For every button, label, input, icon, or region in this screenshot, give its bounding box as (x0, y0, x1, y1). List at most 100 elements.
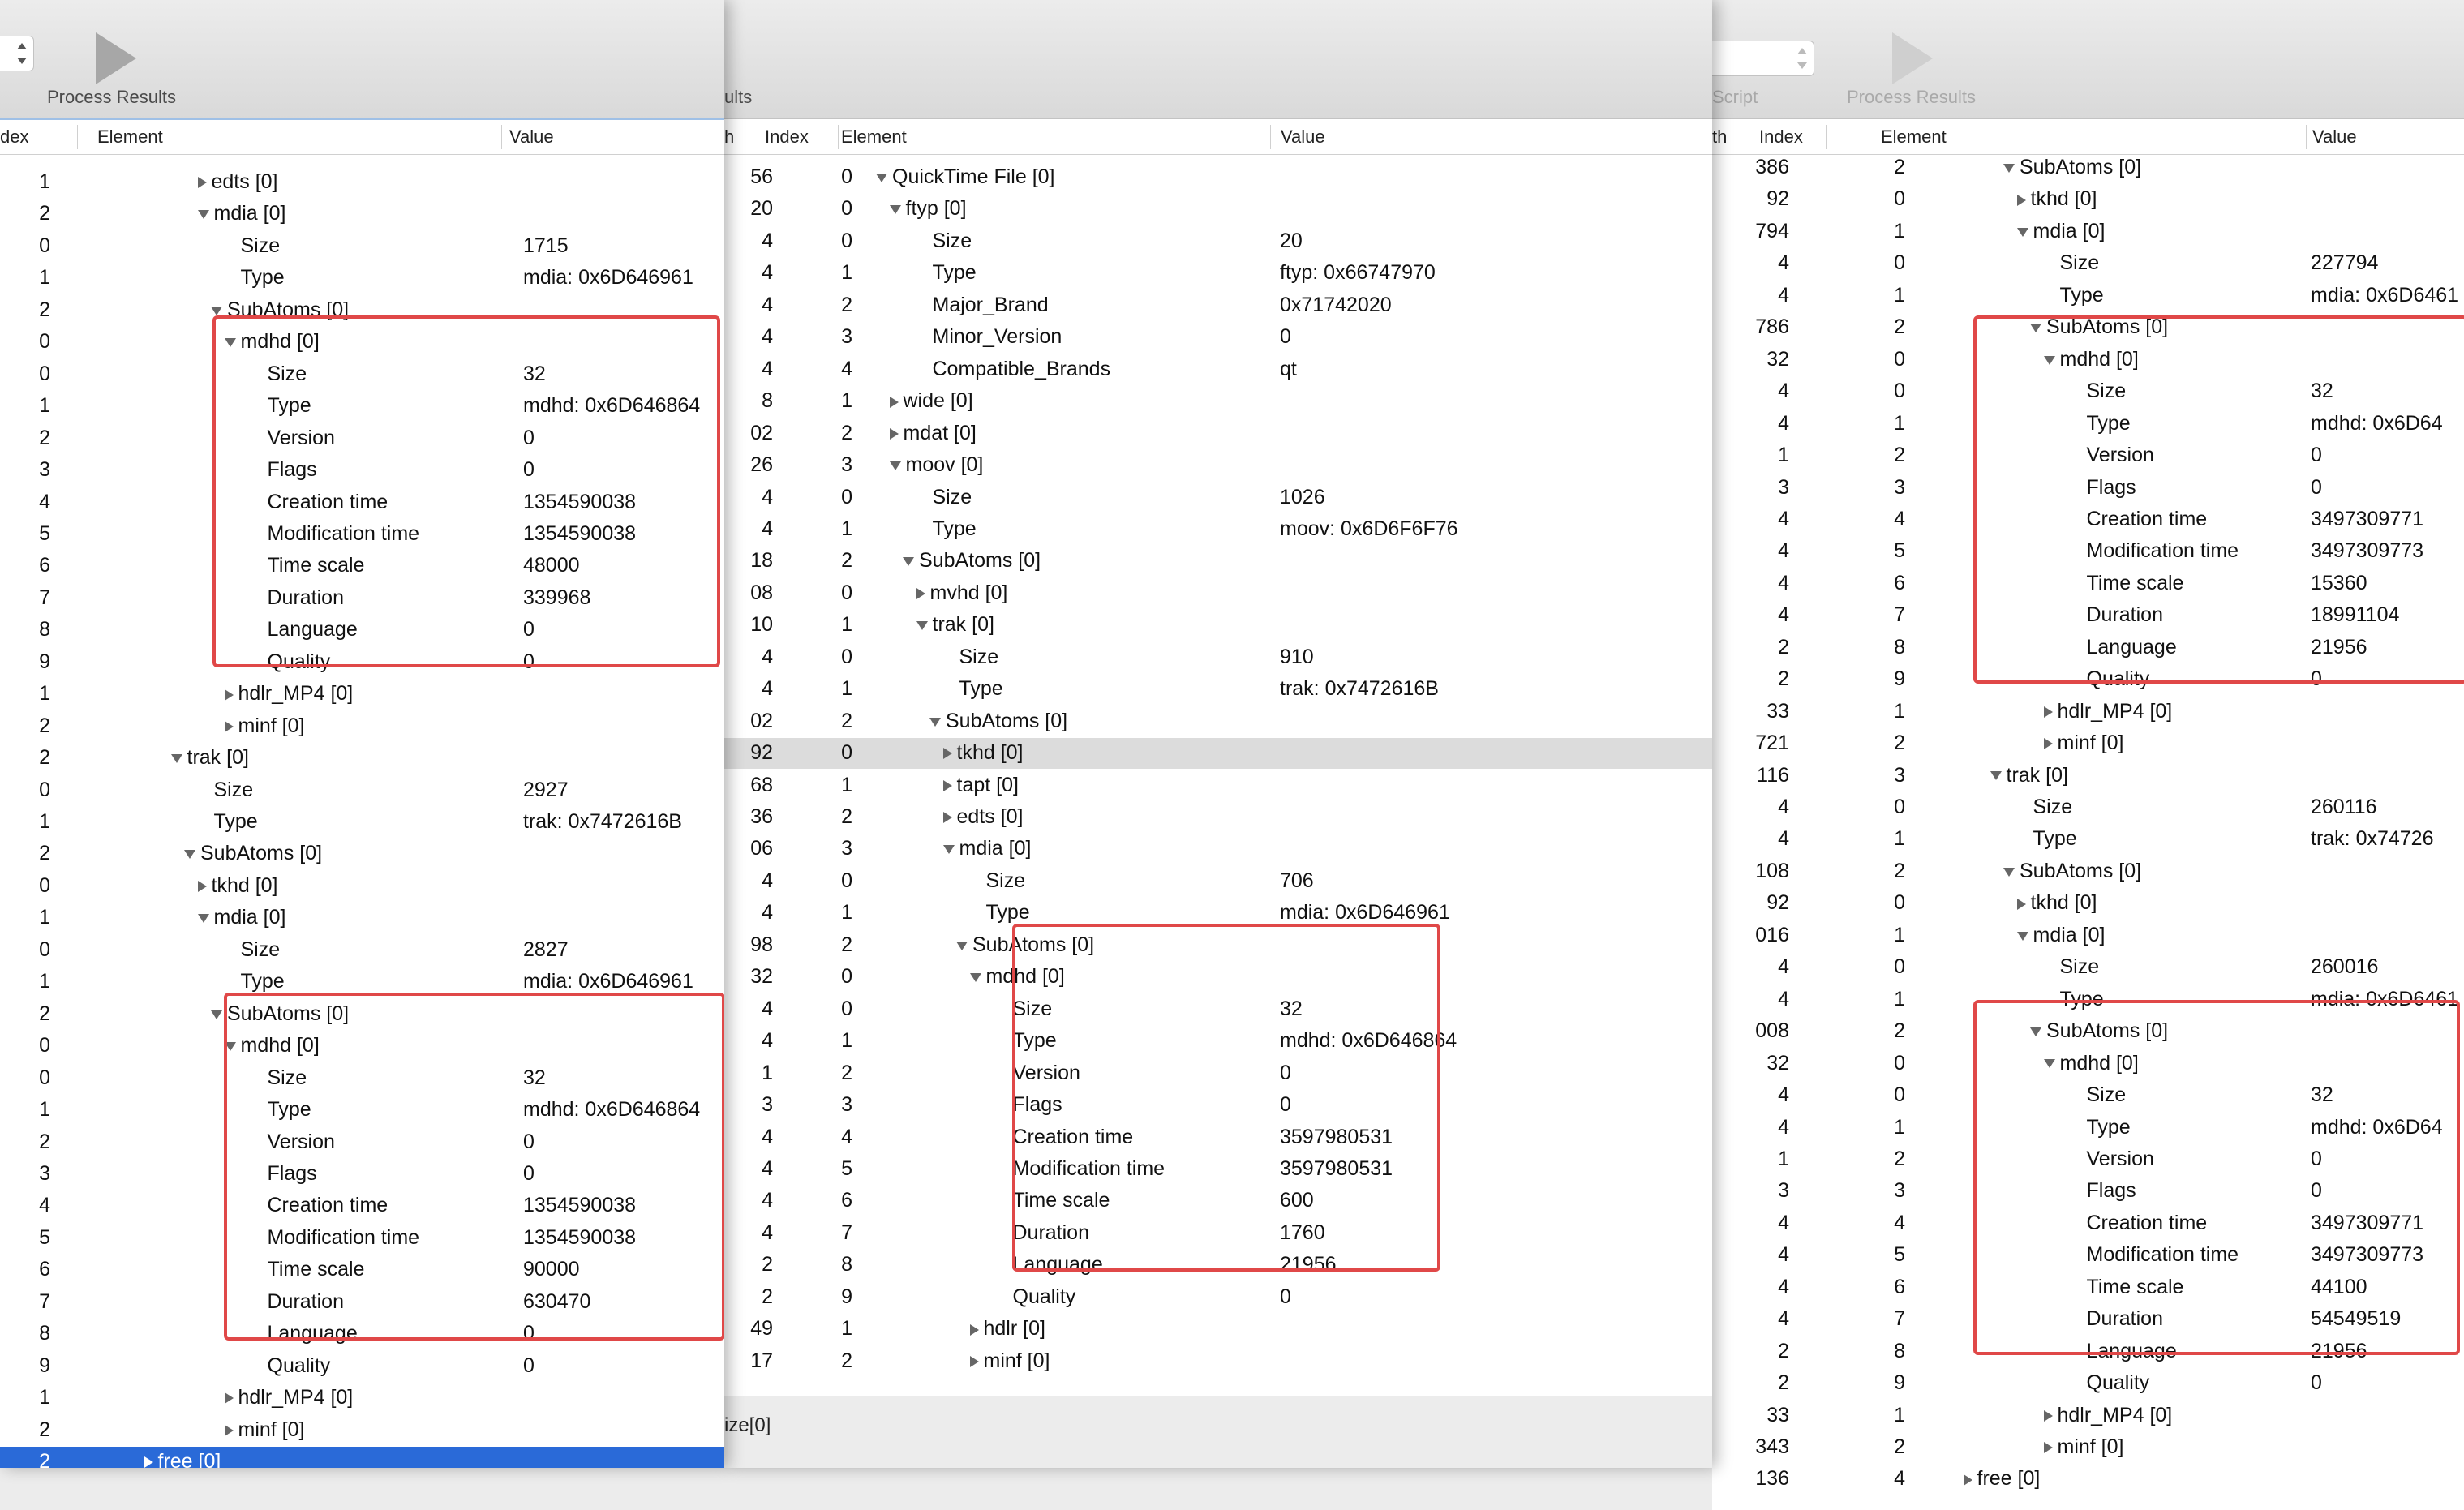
tree-row[interactable]: 4 5 Modification time 3597980531 (724, 1154, 1712, 1185)
tree-row[interactable]: 4 7 Duration 18991104 (1712, 600, 2464, 631)
disclosure-expanded-icon[interactable] (224, 338, 236, 348)
disclosure-expanded-icon[interactable] (2003, 163, 2015, 173)
tree-row[interactable]: 2 9 Quality 0 (724, 1282, 1712, 1313)
disclosure-collapsed-icon[interactable] (224, 721, 234, 733)
tree-row[interactable]: 4 6 Time scale 44100 (1712, 1272, 2464, 1303)
tree-row[interactable]: 4 4 Compatible_Brands qt (724, 354, 1712, 385)
tree-row[interactable]: 4 1 Type mdhd: 0x6D64 (1712, 409, 2464, 440)
tree-row[interactable]: 4 1 Type mdia: 0x6D646961 (724, 898, 1712, 929)
disclosure-collapsed-icon[interactable] (942, 812, 952, 824)
tree-row[interactable]: 4 0 Size 910 (724, 642, 1712, 673)
play-icon[interactable] (96, 32, 136, 84)
tree-row[interactable]: 7 Duration 339968 (0, 583, 724, 614)
tree-row[interactable]: 1 Type mdia: 0x6D646961 (0, 967, 724, 997)
disclosure-expanded-icon[interactable] (889, 461, 901, 470)
tree-row[interactable]: 4 3 Minor_Version 0 (724, 322, 1712, 353)
col-index-header[interactable]: Index (765, 127, 809, 148)
col-value-header[interactable]: Value (2312, 127, 2357, 148)
tree-row[interactable]: 1 2 Version 0 (1712, 1144, 2464, 1175)
tree-row[interactable]: 0 Size 2827 (0, 935, 724, 966)
tree-row[interactable]: 794 1 mdia [0] (1712, 217, 2464, 247)
tree-row[interactable]: 0 Size 32 (0, 1063, 724, 1094)
disclosure-collapsed-icon[interactable] (2016, 194, 2026, 206)
tree-row[interactable]: 20 0 ftyp [0] (724, 194, 1712, 225)
tree-row[interactable]: 2 8 Language 21956 (1712, 1336, 2464, 1367)
disclosure-expanded-icon[interactable] (197, 210, 209, 220)
right-script-select[interactable] (1712, 41, 1814, 76)
tree-row[interactable]: 98 2 SubAtoms [0] (724, 930, 1712, 961)
tree-row[interactable]: 4 2 Major_Brand 0x71742020 (724, 290, 1712, 321)
tree-row[interactable]: 3 3 Flags 0 (1712, 1176, 2464, 1207)
tree-row[interactable]: 3 3 Flags 0 (724, 1090, 1712, 1121)
disclosure-expanded-icon[interactable] (903, 557, 914, 567)
disclosure-collapsed-icon[interactable] (224, 1424, 234, 1436)
tree-row[interactable]: 1 Type mdia: 0x6D646961 (0, 263, 724, 294)
disclosure-expanded-icon[interactable] (2003, 867, 2015, 877)
tree-row[interactable]: 4 7 Duration 1760 (724, 1218, 1712, 1249)
disclosure-collapsed-icon[interactable] (889, 396, 899, 408)
disclosure-collapsed-icon[interactable] (2016, 898, 2026, 910)
tree-row[interactable]: 4 7 Duration 54549519 (1712, 1304, 2464, 1335)
tree-row[interactable]: 2 minf [0] (0, 1415, 724, 1446)
disclosure-expanded-icon[interactable] (184, 850, 195, 860)
tree-row[interactable]: 32 0 mdhd [0] (724, 962, 1712, 993)
tree-row[interactable]: 1 hdlr_MP4 [0] (0, 1383, 724, 1413)
tree-row[interactable]: 3 Flags 0 (0, 1159, 724, 1190)
tree-row[interactable]: 2 SubAtoms [0] (0, 295, 724, 326)
tree-row[interactable]: 6 Time scale 90000 (0, 1255, 724, 1285)
tree-row[interactable]: 4 1 Type mdhd: 0x6D646864 (724, 1026, 1712, 1057)
tree-row[interactable]: 2 8 Language 21956 (1712, 633, 2464, 663)
tree-row[interactable]: 0 Size 2927 (0, 775, 724, 806)
tree-row[interactable]: 06 3 mdia [0] (724, 834, 1712, 864)
left-script-stepper[interactable] (0, 36, 34, 71)
tree-row[interactable]: 4 0 Size 32 (1712, 376, 2464, 407)
tree-row[interactable]: 136 4 free [0] (1712, 1464, 2464, 1495)
disclosure-collapsed-icon[interactable] (942, 748, 952, 760)
disclosure-expanded-icon[interactable] (969, 973, 981, 983)
disclosure-expanded-icon[interactable] (929, 717, 941, 727)
disclosure-collapsed-icon[interactable] (942, 779, 952, 791)
tree-row[interactable]: 386 2 SubAtoms [0] (1712, 152, 2464, 183)
disclosure-collapsed-icon[interactable] (2043, 706, 2053, 719)
tree-row[interactable]: 721 2 minf [0] (1712, 728, 2464, 759)
disclosure-expanded-icon[interactable] (2016, 227, 2028, 237)
tree-row[interactable]: 18 2 SubAtoms [0] (724, 546, 1712, 577)
tree-row[interactable]: 008 2 SubAtoms [0] (1712, 1016, 2464, 1047)
tree-row[interactable]: 0 Size 32 (0, 359, 724, 390)
disclosure-expanded-icon[interactable] (224, 1042, 236, 1052)
tree-row[interactable]: 4 1 Type moov: 0x6D6F6F76 (724, 514, 1712, 545)
tree-row[interactable]: 32 0 mdhd [0] (1712, 345, 2464, 375)
tree-row[interactable]: 2 SubAtoms [0] (0, 999, 724, 1030)
tree-row[interactable]: 02 2 mdat [0] (724, 418, 1712, 449)
tree-row[interactable]: 2 free [0] (0, 1447, 724, 1468)
tree-row[interactable]: 0 tkhd [0] (0, 871, 724, 902)
tree-row[interactable]: 36 2 edts [0] (724, 802, 1712, 833)
tree-row[interactable]: 116 3 trak [0] (1712, 761, 2464, 791)
tree-row[interactable]: 33 1 hdlr_MP4 [0] (1712, 1401, 2464, 1431)
tree-row[interactable]: 4 0 Size 706 (724, 866, 1712, 897)
tree-row[interactable]: 1 Type trak: 0x7472616B (0, 807, 724, 838)
tree-row[interactable]: 5 Modification time 1354590038 (0, 1223, 724, 1254)
disclosure-expanded-icon[interactable] (876, 173, 887, 182)
disclosure-collapsed-icon[interactable] (2043, 1409, 2053, 1422)
tree-row[interactable]: 4 1 Type trak: 0x74726 (1712, 824, 2464, 855)
tree-row[interactable]: 0 mdhd [0] (0, 1031, 724, 1062)
disclosure-expanded-icon[interactable] (211, 1010, 222, 1019)
tree-row[interactable]: 0 Size 1715 (0, 231, 724, 262)
disclosure-collapsed-icon[interactable] (2043, 738, 2053, 750)
disclosure-collapsed-icon[interactable] (197, 177, 207, 189)
tree-row[interactable]: 32 0 mdhd [0] (1712, 1049, 2464, 1079)
tree-row[interactable]: 2 Version 0 (0, 1127, 724, 1158)
tree-row[interactable]: 4 0 Size 227794 (1712, 248, 2464, 279)
disclosure-collapsed-icon[interactable] (969, 1323, 979, 1336)
disclosure-expanded-icon[interactable] (2016, 931, 2028, 941)
disclosure-collapsed-icon[interactable] (2043, 1442, 2053, 1454)
tree-row[interactable]: 8 Language 0 (0, 1319, 724, 1349)
tree-row[interactable]: 1 2 Version 0 (1712, 440, 2464, 471)
col-length-header[interactable]: h (724, 127, 734, 148)
tree-row[interactable]: 4 0 Size 32 (724, 994, 1712, 1025)
tree-row[interactable]: 1 hdlr_MP4 [0] (0, 679, 724, 710)
disclosure-collapsed-icon[interactable] (224, 1392, 234, 1405)
disclosure-expanded-icon[interactable] (942, 845, 955, 855)
disclosure-collapsed-icon[interactable] (144, 1456, 153, 1468)
